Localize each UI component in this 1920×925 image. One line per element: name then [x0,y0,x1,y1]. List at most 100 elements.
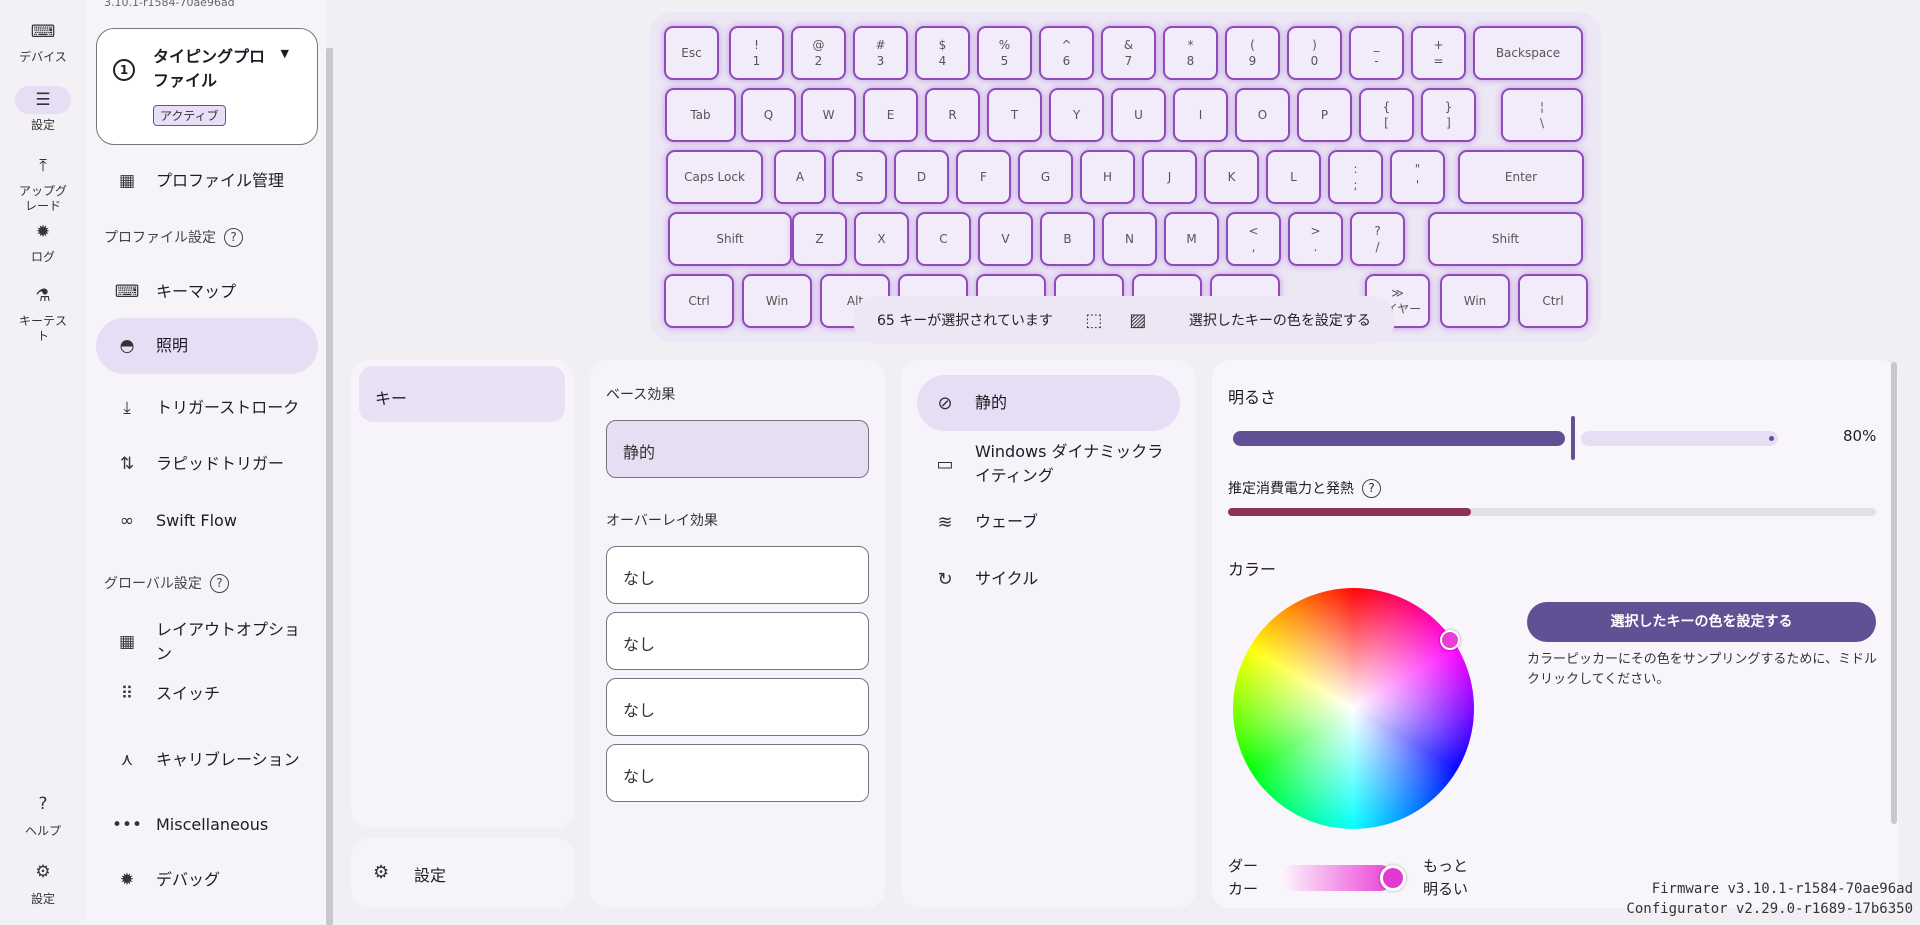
keycap[interactable]: * 8 [1163,26,1218,80]
shade-slider[interactable] [1281,865,1393,891]
keycap[interactable]: W [801,88,856,142]
keycap[interactable]: U [1111,88,1166,142]
sidebar-item[interactable]: ▦ レイアウトオプション [96,614,318,670]
sidebar-item[interactable]: ✹ デバッグ [96,858,318,902]
keycap[interactable]: I [1173,88,1228,142]
keycap[interactable]: E [863,88,918,142]
keycap[interactable]: $4 [915,26,970,80]
layer-settings-button[interactable]: ⚙ 設定 [351,838,574,908]
keycap[interactable]: Win [742,274,812,328]
rail-item[interactable]: ⚙ 設定 [0,858,86,907]
keycap[interactable]: S [832,150,887,204]
keycap[interactable]: #3 [853,26,908,80]
keycap[interactable]: O [1235,88,1290,142]
keycap[interactable]: @2 [791,26,846,80]
rail-item[interactable]: ⤒ アップグレード [0,152,86,214]
keycap[interactable]: {[ [1359,88,1414,142]
keycap[interactable]: G [1018,150,1073,204]
keycap[interactable]: L [1266,150,1321,204]
keycap[interactable]: Shift [668,212,792,266]
keycap[interactable]: T [987,88,1042,142]
help-icon[interactable]: ? [209,573,229,593]
rail-item[interactable]: ⌨ デバイス [0,18,86,65]
sidebar-item[interactable]: ••• Miscellaneous [96,803,318,847]
keycap[interactable]: Caps Lock [666,150,763,204]
set-key-color-button[interactable]: 選択したキーの色を設定する [1527,602,1876,642]
select-all-icon[interactable]: ⬚ [1083,310,1105,331]
overlay-effect-slot[interactable]: なし [606,612,869,670]
keycap[interactable]: ) 0 [1287,26,1342,80]
keycap[interactable]: Win [1440,274,1510,328]
effect-item[interactable]: ⊘ 静的 [917,375,1180,431]
keycap[interactable]: Q [741,88,796,142]
layer-item-key[interactable]: キー [359,366,565,422]
keycap[interactable]: + = [1411,26,1466,80]
sidebar-item[interactable]: ∞ Swift Flow [96,499,318,543]
keycap[interactable]: Ctrl [664,274,734,328]
sidebar-item-profile-manage[interactable]: ▦ プロファイル管理 [96,162,318,200]
keycap[interactable]: A [774,150,826,204]
keycap[interactable]: R [925,88,980,142]
keycap[interactable]: K [1204,150,1259,204]
sidebar-scrollbar[interactable] [326,48,333,925]
color-wheel-knob[interactable] [1440,630,1460,650]
keycap[interactable]: B [1040,212,1095,266]
sidebar-item[interactable]: ⇅ ラピッドトリガー [96,442,318,486]
keycap[interactable]: }] [1421,88,1476,142]
keycap[interactable]: M [1164,212,1219,266]
profile-selector[interactable]: 1 タイピングプロファイル ▼ アクティブ [96,28,318,145]
keycap[interactable]: ! 1 [729,26,784,80]
settings-scrollbar[interactable] [1891,362,1897,824]
brightness-slider-handle[interactable] [1571,416,1575,460]
rail-item[interactable]: ⚗ キーテスト [0,282,86,344]
help-icon[interactable]: ? [224,227,243,247]
keycap[interactable]: _ - [1349,26,1404,80]
keycap[interactable]: Tab [665,88,736,142]
keycap[interactable]: :; [1328,150,1383,204]
effect-item[interactable]: ▭ Windows ダイナミックライティング [917,433,1180,495]
keycap[interactable]: F [956,150,1011,204]
brightness-slider-rest[interactable] [1581,431,1778,446]
overlay-effect-slot[interactable]: なし [606,546,869,604]
keycap[interactable]: >. [1288,212,1343,266]
keycap[interactable]: D [894,150,949,204]
effect-item[interactable]: ↻ サイクル [917,555,1180,603]
keycap[interactable]: Ctrl [1518,274,1588,328]
keycap[interactable]: J [1142,150,1197,204]
help-icon[interactable]: ? [1362,478,1381,498]
brightness-slider-fill[interactable] [1233,431,1565,446]
keycap[interactable]: H [1080,150,1135,204]
keycap[interactable]: " ' [1390,150,1445,204]
sidebar-item[interactable]: ⤓ トリガーストローク [96,377,318,439]
deselect-icon[interactable]: ▨ [1127,310,1149,331]
rail-item[interactable]: ? ヘルプ [0,790,86,839]
effect-item[interactable]: ≋ ウェーブ [917,498,1180,546]
keycap[interactable]: V [978,212,1033,266]
keycap[interactable]: Y [1049,88,1104,142]
sidebar-item[interactable]: ◓ 照明 [96,318,318,374]
keycap[interactable]: P [1297,88,1352,142]
rail-item[interactable]: ✹ ログ [0,218,86,265]
keycap[interactable]: C [916,212,971,266]
sidebar-item[interactable]: ⋏ キャリブレーション [96,732,318,788]
keycap[interactable]: (9 [1225,26,1280,80]
keycap[interactable]: Backspace [1473,26,1583,80]
overlay-effect-slot[interactable]: なし [606,678,869,736]
rail-item[interactable]: ☰ 設定 [0,86,86,133]
keycap[interactable]: % 5 [977,26,1032,80]
shade-slider-knob[interactable] [1380,865,1406,891]
base-effect-slot[interactable]: 静的 [606,420,869,478]
set-key-color-action[interactable]: 選択したキーの色を設定する [1189,310,1371,330]
keycap[interactable]: & 7 [1101,26,1156,80]
sidebar-item[interactable]: ⠿ スイッチ [96,672,318,716]
keycap[interactable]: X [854,212,909,266]
keycap[interactable]: ¦ \ [1501,88,1583,142]
keycap[interactable]: Shift [1428,212,1583,266]
sidebar-item[interactable]: ⌨ キーマップ [96,270,318,314]
keycap[interactable]: ^ 6 [1039,26,1094,80]
keycap[interactable]: <, [1226,212,1281,266]
keycap[interactable]: Z [792,212,847,266]
keycap[interactable]: Enter [1458,150,1584,204]
keycap[interactable]: Esc [664,26,719,80]
keycap[interactable]: ? / [1350,212,1405,266]
